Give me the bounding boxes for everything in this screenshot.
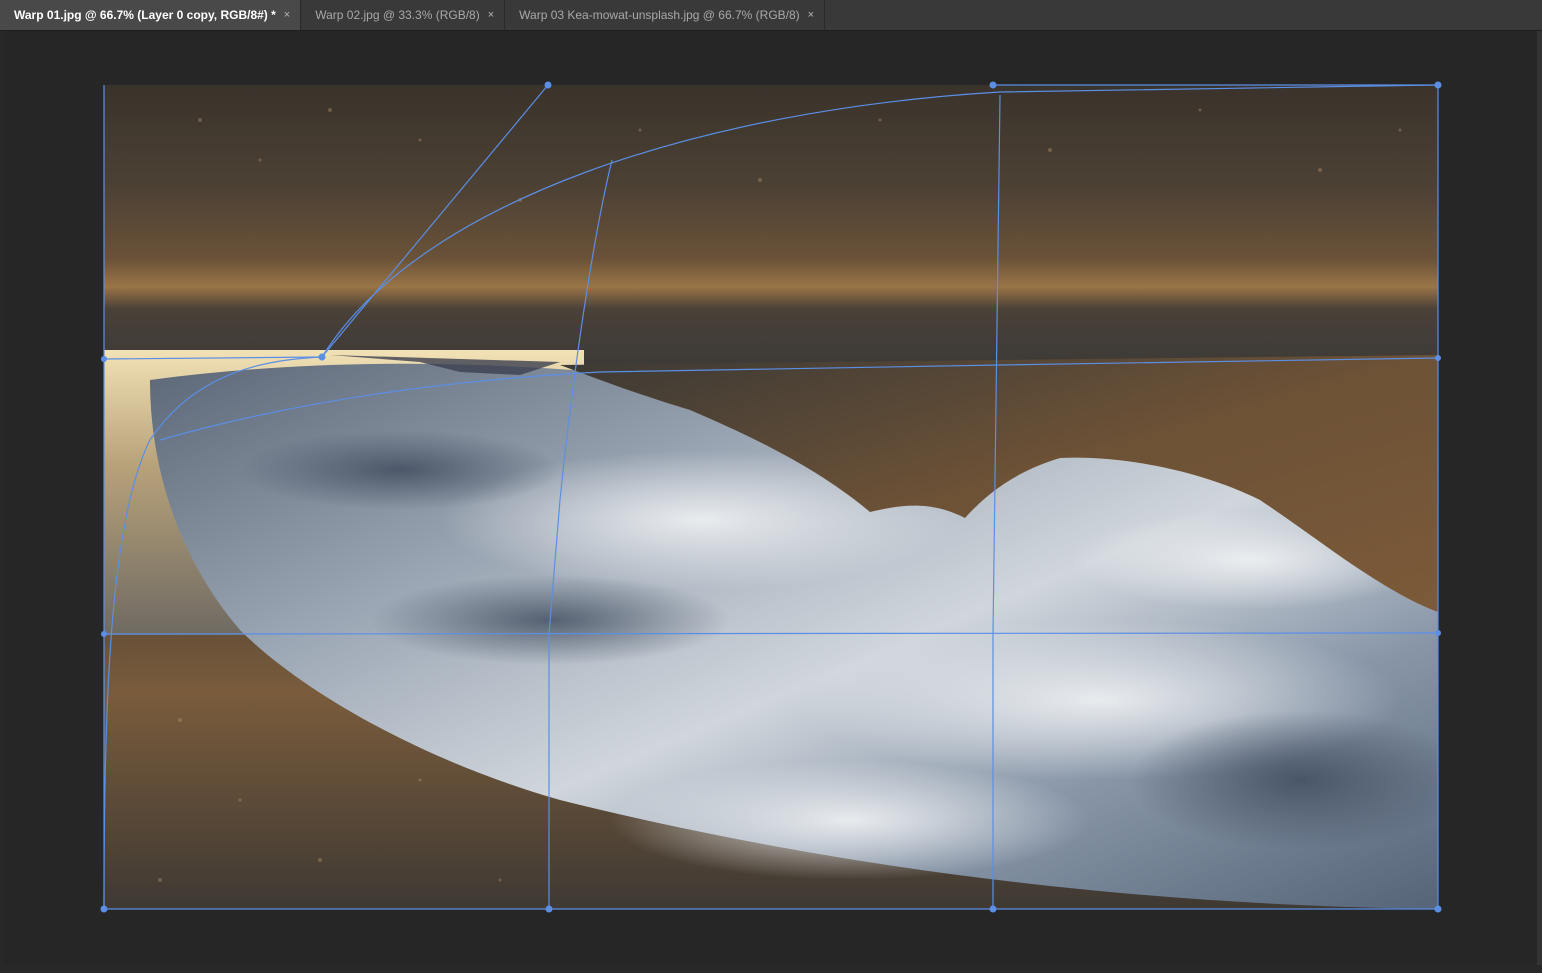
- warp-handle[interactable]: [1435, 630, 1441, 636]
- warp-handle[interactable]: [545, 905, 553, 913]
- warp-handle[interactable]: [318, 353, 326, 361]
- warp-handle[interactable]: [1435, 355, 1441, 361]
- warp-handle[interactable]: [101, 356, 107, 362]
- warp-handle[interactable]: [100, 905, 108, 913]
- warp-handle[interactable]: [989, 81, 997, 89]
- warp-handle[interactable]: [1434, 905, 1442, 913]
- warp-handle[interactable]: [989, 905, 997, 913]
- warp-handle[interactable]: [1434, 81, 1442, 89]
- warped-photo: [104, 85, 1438, 909]
- warp-handle[interactable]: [101, 631, 107, 637]
- warp-handle[interactable]: [544, 81, 552, 89]
- warp-canvas[interactable]: [0, 0, 1542, 968]
